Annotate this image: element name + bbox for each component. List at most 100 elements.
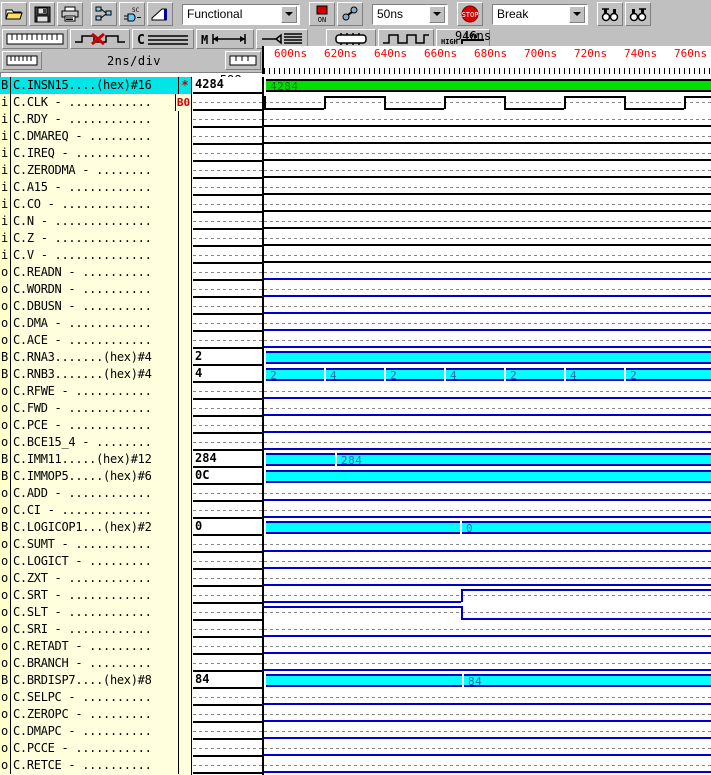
waveform-row[interactable]: [264, 349, 711, 366]
chevron-down-icon[interactable]: [429, 5, 445, 23]
signal-name-row[interactable]: o C.ZXT - ............: [0, 570, 191, 587]
waveform-row[interactable]: [264, 434, 711, 451]
measure-button[interactable]: M: [196, 29, 254, 49]
signal-name-row[interactable]: o C.RETCE - ..........: [0, 757, 191, 774]
signal-name-row[interactable]: i C.CLK - ............ B0: [0, 94, 191, 111]
break-select[interactable]: Break: [492, 3, 588, 25]
signal-name-row[interactable]: o C.LOGICT - .........: [0, 553, 191, 570]
waveform-row[interactable]: [264, 536, 711, 553]
time-ruler[interactable]: 600ns 620ns 640ns 660ns 680ns 700ns 720ns 740ns…: [262, 46, 711, 74]
waveform-row[interactable]: [264, 162, 711, 179]
signal-name-row[interactable]: o C.SELPC - ..........: [0, 689, 191, 706]
waveform-row[interactable]: [264, 587, 711, 604]
signal-name-row[interactable]: i C.V - ..............: [0, 247, 191, 264]
signal-name-row[interactable]: i C.RDY - ............: [0, 111, 191, 128]
save-button[interactable]: [29, 2, 55, 26]
signal-name-row[interactable]: B C.RNA3.......(hex)#4: [0, 349, 191, 366]
signal-name-row[interactable]: i C.IREQ - ...........: [0, 145, 191, 162]
waveform-row[interactable]: [264, 213, 711, 230]
chevron-down-icon[interactable]: [281, 5, 297, 23]
signal-name-row[interactable]: B C.BRDISP7....(hex)#8: [0, 672, 191, 689]
waveform-row[interactable]: [264, 417, 711, 434]
show-ruler-button[interactable]: [2, 29, 68, 49]
signal-name-row[interactable]: o C.SRI - ............: [0, 621, 191, 638]
signal-name-row[interactable]: o C.RETADT - .........: [0, 638, 191, 655]
waveform-row[interactable]: 284: [264, 451, 711, 468]
waveform-row[interactable]: [264, 179, 711, 196]
probe-button[interactable]: [337, 2, 363, 26]
waveform-row[interactable]: [264, 502, 711, 519]
waveform-row[interactable]: [264, 706, 711, 723]
waveform-row[interactable]: [264, 298, 711, 315]
waveform-row[interactable]: [264, 94, 711, 111]
signal-name-row[interactable]: o C.ZEROPC - .........: [0, 706, 191, 723]
waveform-row[interactable]: [264, 723, 711, 740]
waveform-row[interactable]: [264, 145, 711, 162]
waveform-pane[interactable]: 4284 2 4 2 4 2 4 2 284 0 84: [262, 77, 711, 775]
waveform-row[interactable]: [264, 247, 711, 264]
signal-name-row[interactable]: o C.DMA - ............: [0, 315, 191, 332]
signal-name-row[interactable]: o C.DBUSN - ..........: [0, 298, 191, 315]
waveform-row[interactable]: [264, 689, 711, 706]
signal-name-row[interactable]: o C.BRANCH - .........: [0, 655, 191, 672]
signal-name-row[interactable]: o C.WORDN - ..........: [0, 281, 191, 298]
print-button[interactable]: [57, 2, 83, 26]
signal-name-row[interactable]: B C.IMMOP5.....(hex)#6: [0, 468, 191, 485]
simulation-on-button[interactable]: ON: [309, 2, 335, 26]
waveform-row[interactable]: [264, 281, 711, 298]
waveform-row[interactable]: [264, 111, 711, 128]
waveform-row[interactable]: [264, 570, 711, 587]
signal-name-row[interactable]: o C.DMAPC - ..........: [0, 723, 191, 740]
schematic-button[interactable]: SC: [119, 2, 145, 26]
signal-name-row[interactable]: o C.SUMT - ...........: [0, 536, 191, 553]
signal-name-row[interactable]: B C.IMM11.....(hex)#12: [0, 451, 191, 468]
open-file-button[interactable]: [1, 2, 27, 26]
waveform-row[interactable]: [264, 757, 711, 774]
signal-name-row[interactable]: o C.READN - ..........: [0, 264, 191, 281]
signal-name-row[interactable]: i C.DMAREQ - .........: [0, 128, 191, 145]
waveform-row[interactable]: [264, 196, 711, 213]
waveform-row[interactable]: [264, 638, 711, 655]
signal-name-row[interactable]: o C.SRT - ............: [0, 587, 191, 604]
signal-name-row[interactable]: o C.SLT - ............: [0, 604, 191, 621]
signal-name-row[interactable]: i C.CO - .............: [0, 196, 191, 213]
waveform-row[interactable]: [264, 655, 711, 672]
waveform-row[interactable]: 84: [264, 672, 711, 689]
signal-name-row[interactable]: o C.CI - .............: [0, 502, 191, 519]
waveform-row[interactable]: [264, 315, 711, 332]
find-prev-button[interactable]: [597, 2, 623, 26]
cursor-c-button[interactable]: C: [132, 29, 194, 49]
delete-waveform-button[interactable]: [70, 29, 130, 49]
signal-name-row[interactable]: o C.PCCE - ...........: [0, 740, 191, 757]
chevron-down-icon[interactable]: [569, 5, 585, 23]
waveform-row[interactable]: [264, 740, 711, 757]
signal-name-row[interactable]: i C.Z - ..............: [0, 230, 191, 247]
signal-name-row[interactable]: o C.PCE - ............: [0, 417, 191, 434]
waveform-row[interactable]: [264, 128, 711, 145]
signal-name-row[interactable]: B C.INSN15....(hex)#16 *: [0, 77, 191, 94]
signal-name-row[interactable]: B C.LOGICOP1...(hex)#2: [0, 519, 191, 536]
hierarchy-button[interactable]: [91, 2, 117, 26]
find-next-button[interactable]: [625, 2, 651, 26]
waveform-row[interactable]: [264, 383, 711, 400]
signal-name-row[interactable]: o C.BCE15_4 - ........: [0, 434, 191, 451]
waveform-row[interactable]: [264, 621, 711, 638]
step-select[interactable]: 50ns: [372, 3, 448, 25]
signal-name-row[interactable]: o C.FWD - ............: [0, 400, 191, 417]
waveform-row[interactable]: [264, 264, 711, 281]
waveform-row[interactable]: 4284: [264, 77, 711, 94]
mode-select[interactable]: Functional: [182, 3, 300, 25]
signal-value-pane[interactable]: 4284 2 4 284 0C 0 84: [193, 77, 262, 775]
signal-name-row[interactable]: i C.N - ..............: [0, 213, 191, 230]
signal-name-pane[interactable]: B C.INSN15....(hex)#16 * i C.CLK - .........…: [0, 77, 192, 775]
stop-button[interactable]: STOP: [457, 2, 483, 26]
signal-name-row[interactable]: i C.ZERODMA - ........: [0, 162, 191, 179]
zoom-out-button[interactable]: [2, 51, 42, 70]
select-tool-button[interactable]: [147, 2, 173, 26]
waveform-row[interactable]: [264, 553, 711, 570]
waveform-row[interactable]: [264, 400, 711, 417]
waveform-row[interactable]: [264, 332, 711, 349]
zoom-in-button[interactable]: [225, 51, 261, 70]
waveform-row[interactable]: 2 4 2 4 2 4 2: [264, 366, 711, 383]
waveform-row[interactable]: [264, 230, 711, 247]
